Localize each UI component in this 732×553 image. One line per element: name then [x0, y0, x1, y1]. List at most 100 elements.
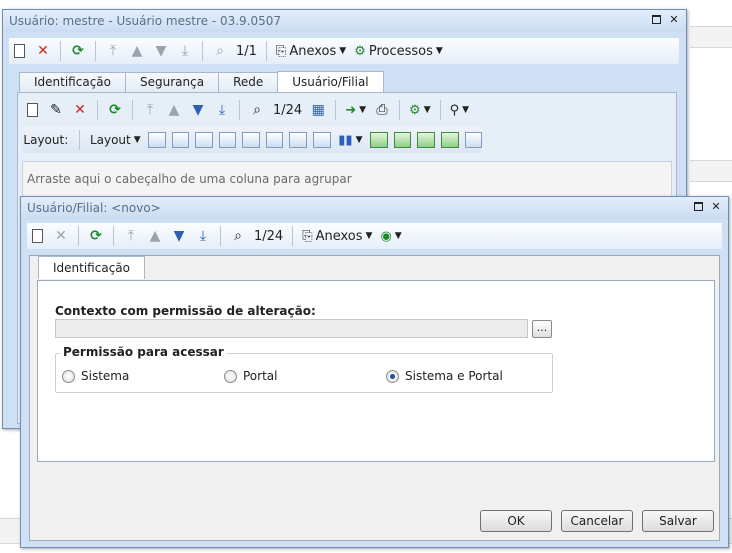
- separator: [132, 100, 133, 120]
- tab-identificacao[interactable]: Identificação: [38, 256, 145, 279]
- filter-button[interactable]: ⚲ ▼: [448, 100, 471, 120]
- user-window-titlebar[interactable]: Usuário: mestre - Usuário mestre - 03.9.…: [3, 10, 686, 32]
- layout-import-icon[interactable]: [218, 132, 237, 148]
- layout-columns-icon[interactable]: [195, 132, 213, 148]
- printer-icon: ⎙: [376, 102, 388, 118]
- next-record-button[interactable]: ▼: [151, 41, 171, 61]
- cancel-button[interactable]: Cancelar: [561, 510, 633, 532]
- radio-sistema-e-portal-label: Sistema e Portal: [405, 369, 503, 383]
- delete-button[interactable]: ✕: [33, 41, 53, 61]
- layout-menu-button[interactable]: Layout ▼: [89, 130, 142, 150]
- tab-usuario-filial[interactable]: Usuário/Filial: [277, 71, 384, 92]
- separator: [202, 41, 203, 61]
- processes-button[interactable]: ⚙ ▼: [407, 100, 433, 120]
- layout-view-icon[interactable]: [370, 132, 388, 148]
- radio-circle: [224, 369, 237, 383]
- tab-rede[interactable]: Rede: [218, 72, 279, 92]
- separator: [335, 100, 337, 120]
- processos-button[interactable]: ⚙ Processos ▼: [352, 41, 445, 61]
- layout-view-icon[interactable]: [393, 132, 412, 148]
- radio-portal[interactable]: Portal: [224, 369, 277, 383]
- up-arrow-icon: ▲: [149, 228, 161, 244]
- refresh-button[interactable]: ⟳: [105, 100, 125, 120]
- maximize-button[interactable]: [650, 14, 662, 26]
- close-button[interactable]: ✕: [710, 201, 722, 213]
- new-button[interactable]: [22, 100, 42, 120]
- first-record-button[interactable]: ⤒: [121, 226, 141, 246]
- layout-view-icon[interactable]: [440, 132, 459, 148]
- new-button[interactable]: [9, 41, 29, 61]
- layout-copy-icon[interactable]: [147, 132, 166, 148]
- anexos-button[interactable]: ⎘ Anexos ▼: [274, 41, 348, 61]
- separator: [95, 41, 96, 61]
- print-button[interactable]: ⎙: [372, 100, 392, 120]
- context-browse-button[interactable]: ...: [532, 320, 552, 338]
- delete-button[interactable]: ✕: [51, 226, 71, 246]
- chart-button[interactable]: ▮▮ ▼: [337, 130, 365, 150]
- layout-view-icon[interactable]: [417, 132, 435, 148]
- separator: [78, 130, 80, 150]
- down-arrow-icon: ▼: [173, 228, 185, 244]
- tab-identificacao[interactable]: Identificação: [19, 72, 126, 92]
- paperclip-icon: ⎘: [275, 43, 287, 59]
- last-icon: ⤓: [199, 228, 207, 244]
- previous-record-button[interactable]: ▲: [145, 226, 165, 246]
- separator: [97, 100, 98, 120]
- font-icon[interactable]: [464, 132, 483, 148]
- layout-delete-icon[interactable]: [171, 132, 190, 148]
- delete-button[interactable]: ✕: [70, 100, 90, 120]
- search-button[interactable]: ⌕: [228, 226, 248, 246]
- group-by-hint: Arraste aqui o cabeçalho de uma coluna p…: [27, 172, 352, 186]
- separator: [239, 100, 240, 120]
- anexos-button[interactable]: ⎘ Anexos ▼: [300, 226, 374, 246]
- close-button[interactable]: ✕: [668, 14, 680, 26]
- ok-button[interactable]: OK: [480, 510, 552, 532]
- down-arrow-icon: ▼: [155, 43, 167, 59]
- refresh-button[interactable]: ⟳: [86, 226, 106, 246]
- export-button[interactable]: ➜ ▼: [343, 100, 368, 120]
- close-icon: ✕: [711, 200, 721, 213]
- refresh-button[interactable]: ⟳: [68, 41, 88, 61]
- dialog-titlebar[interactable]: Usuário/Filial: <novo> ✕: [21, 197, 728, 219]
- new-document-icon: [13, 44, 25, 58]
- search-button[interactable]: ⌕: [210, 41, 230, 61]
- layout-export-icon[interactable]: [242, 132, 260, 148]
- first-record-button[interactable]: ⤒: [103, 41, 123, 61]
- record-counter: 1/1: [236, 43, 257, 59]
- new-button[interactable]: [27, 226, 47, 246]
- last-record-button[interactable]: ⤓: [175, 41, 195, 61]
- radio-circle: [62, 369, 75, 383]
- record-counter: 1/24: [273, 102, 303, 118]
- previous-record-button[interactable]: ▲: [127, 41, 147, 61]
- binoculars-icon: ⌕: [216, 43, 224, 59]
- context-field[interactable]: [55, 319, 528, 338]
- maximize-button[interactable]: [692, 201, 704, 213]
- last-record-button[interactable]: ⤓: [193, 226, 213, 246]
- refresh-icon: ⟳: [90, 228, 102, 244]
- edit-button[interactable]: ✎: [46, 100, 66, 120]
- separator: [265, 41, 267, 61]
- radio-sistema-e-portal[interactable]: Sistema e Portal: [386, 369, 503, 383]
- layout-group-icon[interactable]: [265, 132, 284, 148]
- first-record-button[interactable]: ⤒: [140, 100, 160, 120]
- calendar-button[interactable]: ▦: [308, 100, 328, 120]
- chevron-down-icon: ▼: [339, 46, 347, 56]
- binoculars-icon: ⌕: [234, 228, 242, 244]
- refresh-icon: ⟳: [109, 102, 121, 118]
- radio-sistema[interactable]: Sistema: [62, 369, 129, 383]
- previous-record-button[interactable]: ▲: [164, 100, 184, 120]
- next-record-button[interactable]: ▼: [169, 226, 189, 246]
- search-button[interactable]: ⌕: [247, 100, 267, 120]
- layout-sum-icon[interactable]: [289, 132, 308, 148]
- delete-icon: ✕: [55, 228, 67, 244]
- permission-group-title: Permissão para acessar: [60, 345, 227, 359]
- user-window-title: Usuário: mestre - Usuário mestre - 03.9.…: [9, 14, 282, 28]
- close-icon: ✕: [669, 13, 679, 26]
- maximize-icon: [651, 15, 661, 24]
- save-button[interactable]: Salvar: [642, 510, 714, 532]
- layout-filter-icon[interactable]: [313, 132, 331, 148]
- next-record-button[interactable]: ▼: [188, 100, 208, 120]
- tab-seguranca[interactable]: Segurança: [125, 72, 220, 92]
- last-record-button[interactable]: ⤓: [212, 100, 232, 120]
- globe-button[interactable]: ◉ ▼: [378, 226, 403, 246]
